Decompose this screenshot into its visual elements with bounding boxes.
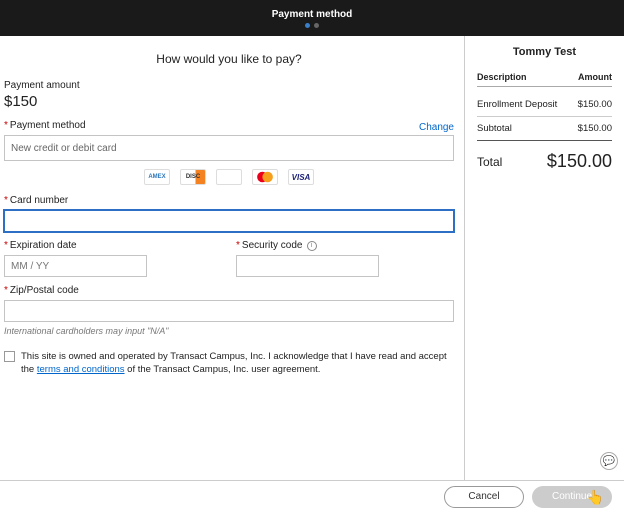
chat-icon[interactable]: 💬	[600, 452, 618, 470]
card-number-input[interactable]	[4, 210, 454, 232]
card-logos: AMEX DISC VISA	[4, 169, 454, 185]
step-dot-2	[314, 23, 319, 28]
continue-button[interactable]: Continue	[532, 486, 612, 508]
amount-label: Payment amount	[4, 80, 454, 91]
jcb-icon	[216, 169, 242, 185]
discover-icon: DISC	[180, 169, 206, 185]
subtotal-amt: $150.00	[578, 123, 612, 134]
exp-label: Expiration date	[10, 240, 77, 251]
change-link[interactable]: Change	[419, 122, 454, 133]
amt-header: Amount	[578, 72, 612, 82]
customer-name: Tommy Test	[477, 46, 612, 58]
footer: Cancel Continue 👆	[0, 480, 624, 512]
line-amt: $150.00	[578, 99, 612, 110]
expiration-input[interactable]	[4, 255, 147, 277]
info-icon[interactable]: i	[307, 241, 317, 251]
pm-label: Payment method	[10, 120, 86, 131]
cancel-button[interactable]: Cancel	[444, 486, 524, 508]
terms-text: This site is owned and operated by Trans…	[21, 350, 454, 377]
order-summary: Tommy Test Description Amount Enrollment…	[464, 36, 624, 480]
line-desc: Enrollment Deposit	[477, 99, 557, 110]
page-question: How would you like to pay?	[4, 52, 454, 66]
page-header: Payment method	[0, 0, 624, 36]
terms-link[interactable]: terms and conditions	[37, 364, 125, 375]
total-amount: $150.00	[547, 151, 612, 172]
header-title: Payment method	[272, 9, 353, 20]
pm-select[interactable]: New credit or debit card	[4, 135, 454, 161]
amex-icon: AMEX	[144, 169, 170, 185]
visa-icon: VISA	[288, 169, 314, 185]
terms-checkbox[interactable]	[4, 351, 15, 362]
sec-label: Security code	[242, 240, 303, 251]
zip-hint: International cardholders may input "N/A…	[4, 326, 454, 336]
required-marker: *	[4, 120, 8, 131]
card-label: Card number	[10, 195, 68, 206]
security-code-input[interactable]	[236, 255, 379, 277]
step-dots	[305, 23, 319, 28]
step-dot-1	[305, 23, 310, 28]
desc-header: Description	[477, 72, 527, 82]
amount-value: $150	[4, 93, 454, 110]
subtotal-label: Subtotal	[477, 123, 512, 134]
payment-form: How would you like to pay? Payment amoun…	[0, 36, 464, 480]
total-label: Total	[477, 155, 502, 169]
zip-input[interactable]	[4, 300, 454, 322]
mastercard-icon	[252, 169, 278, 185]
zip-label: Zip/Postal code	[10, 285, 79, 296]
